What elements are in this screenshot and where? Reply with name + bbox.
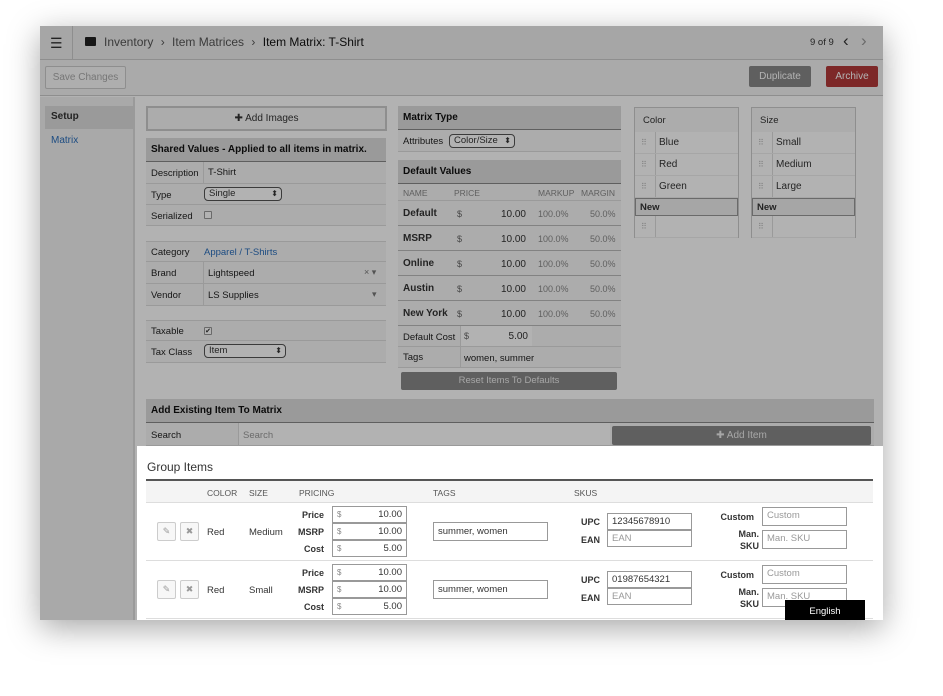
price-label: Price xyxy=(301,510,324,520)
delete-x-icon[interactable]: ✖ xyxy=(180,522,199,541)
delete-x-icon[interactable]: ✖ xyxy=(180,580,199,599)
price-value: 10.00 xyxy=(378,567,402,578)
language-badge[interactable]: English xyxy=(785,600,865,620)
price-value: 10.00 xyxy=(378,509,402,520)
custom-sku-label: Custom xyxy=(720,570,755,580)
ean-label: EAN xyxy=(580,535,600,545)
upc-label: UPC xyxy=(580,575,600,585)
msrp-label: MSRP xyxy=(297,585,324,595)
man-sku-label-1: Man. xyxy=(738,529,759,539)
cost-input[interactable]: $5.00 xyxy=(332,540,407,557)
ean-label: EAN xyxy=(580,593,600,603)
group-items-title: Group Items xyxy=(147,460,214,474)
group-item-row: ✎ ✖ Red Small Price $10.00 MSRP $10.00 Cos… xyxy=(146,561,873,619)
col-size: SIZE xyxy=(249,488,268,498)
msrp-label: MSRP xyxy=(297,527,324,537)
cost-value: 5.00 xyxy=(383,601,403,612)
modal-overlay xyxy=(40,26,883,446)
msrp-value: 10.00 xyxy=(378,584,402,595)
price-input[interactable]: $10.00 xyxy=(332,506,407,523)
cost-value: 5.00 xyxy=(383,543,403,554)
cost-label: Cost xyxy=(304,602,324,612)
item-color: Red xyxy=(207,585,225,596)
price-input[interactable]: $10.00 xyxy=(332,564,407,581)
ean-input[interactable]: EAN xyxy=(607,588,692,605)
custom-sku-input[interactable]: Custom xyxy=(762,507,847,526)
col-pricing: PRICING xyxy=(299,488,335,498)
col-tags: TAGS xyxy=(433,488,456,498)
col-color: COLOR xyxy=(207,488,238,498)
tags-input[interactable]: summer, women xyxy=(433,522,548,541)
msrp-value: 10.00 xyxy=(378,526,402,537)
cost-input[interactable]: $5.00 xyxy=(332,598,407,615)
upc-label: UPC xyxy=(580,517,600,527)
group-item-row: ✎ ✖ Red Medium Price $10.00 MSRP $10.00 Co… xyxy=(146,503,873,561)
item-size: Small xyxy=(249,585,273,596)
man-sku-input[interactable]: Man. SKU xyxy=(762,530,847,549)
man-sku-label-2: SKU xyxy=(739,599,759,609)
price-label: Price xyxy=(301,568,324,578)
col-skus: SKUS xyxy=(574,488,598,498)
edit-pencil-icon[interactable]: ✎ xyxy=(157,522,176,541)
edit-pencil-icon[interactable]: ✎ xyxy=(157,580,176,599)
upc-input[interactable]: 01987654321 xyxy=(607,571,692,588)
item-color: Red xyxy=(207,527,225,538)
custom-sku-label: Custom xyxy=(720,512,755,522)
man-sku-label-1: Man. xyxy=(738,587,759,597)
custom-sku-input[interactable]: Custom xyxy=(762,565,847,584)
cost-label: Cost xyxy=(304,544,324,554)
app-window: ☰ Inventory › Item Matrices › Item Matri… xyxy=(40,26,883,620)
modal-overlay-side xyxy=(40,446,137,620)
msrp-input[interactable]: $10.00 xyxy=(332,581,407,598)
ean-input[interactable]: EAN xyxy=(607,530,692,547)
man-sku-label-2: SKU xyxy=(739,541,759,551)
upc-input[interactable]: 12345678910 xyxy=(607,513,692,530)
tags-input[interactable]: summer, women xyxy=(433,580,548,599)
item-size: Medium xyxy=(249,527,283,538)
group-table-header: COLOR SIZE PRICING TAGS SKUS xyxy=(146,479,873,503)
msrp-input[interactable]: $10.00 xyxy=(332,523,407,540)
